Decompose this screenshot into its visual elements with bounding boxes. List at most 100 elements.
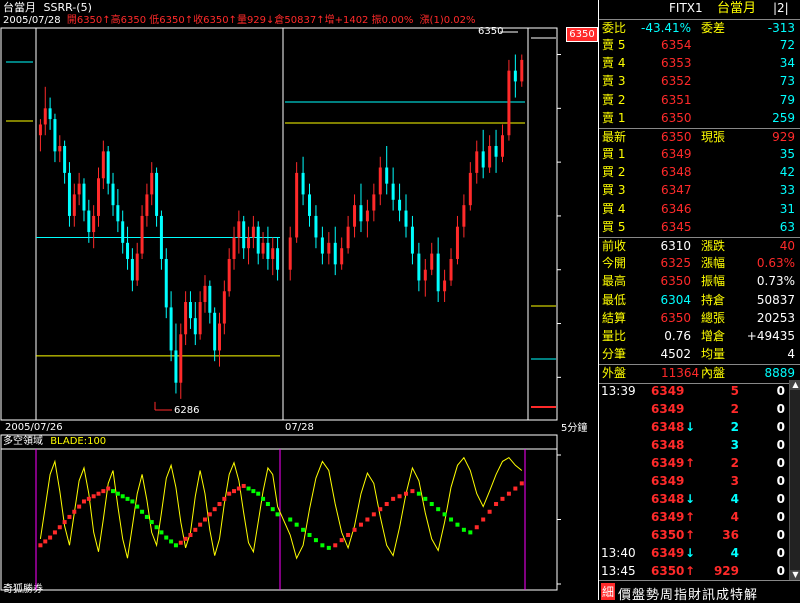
indicator-bar [455,522,460,527]
book-volume: 42 [779,165,795,180]
tick-time: 13:45 [601,564,636,578]
tick-price: 6349 [651,384,685,398]
book-row: 買 5 6345 63 [599,219,800,237]
indicator-bar [449,517,454,522]
book-row: 賣 3 6352 73 [599,73,800,91]
indicator-bar [313,538,318,543]
stats-row: 今開 6325 漲幅 0.63% [599,255,800,273]
indicator-bar [236,486,241,491]
indicator-bar [275,512,280,517]
book-row: 賣 5 6354 72 [599,37,800,55]
stats-label: 增倉 [701,329,726,343]
indicator-bar [86,496,91,501]
tick-price: 6349 [651,474,685,488]
inner-value: 8889 [764,366,795,380]
indicator-bar [81,499,86,504]
book-label: 買 1 [602,147,626,161]
book-label: 買 5 [602,219,626,234]
indicator-bar [164,535,169,540]
tick-time: 13:40 [601,546,636,560]
tick-volume: 929 [713,564,739,578]
tick-oi: 0 [776,474,785,488]
stats-value: 6325 [660,256,691,271]
book-row: 買 3 6347 33 [599,182,800,200]
indicator-bar [410,489,415,494]
tick-arrow: ↓ [685,492,696,506]
footer-badge[interactable]: 細 [601,583,616,600]
tick-price: 6349 [651,510,685,524]
book-price: 6347 [661,183,692,198]
outer-value: 11364 [661,366,700,380]
tick-row: 13:45 6350 ↑ 929 0 [599,562,787,580]
tick-oi: 0 [776,492,785,506]
book-price: 6349 [661,147,692,161]
book-price: 6353 [661,56,692,71]
indicator-bar [246,486,251,491]
book-label: 買 2 [602,165,626,180]
indicator-bar [265,502,270,507]
indicator-bar [326,545,331,550]
indicator-bar [241,483,246,488]
stats-label: 振幅 [701,274,726,289]
book-price: 6351 [661,92,692,107]
indicator-bar [468,530,473,535]
quote-panel: FITX1 台當月 |2| 委比 -43.41% 委差 -313 賣 5 6354… [598,0,800,603]
scroll-up-icon[interactable]: ▲ [790,380,800,390]
last-price: 6350 [661,130,692,144]
current-volume-label: 現張 [701,130,726,144]
indicator-bar [159,530,164,535]
stats-label: 今開 [602,256,627,271]
book-label: 賣 1 [602,110,626,125]
stats-value: 40 [779,239,795,253]
indicator-bar [125,496,130,501]
indicator-bar [461,527,466,532]
book-price: 6350 [661,110,692,125]
stats-label: 最高 [602,274,627,289]
tick-oi: 0 [776,564,785,578]
footer-tabs[interactable]: 價盤勢周指財訊成特解 [618,584,758,603]
outer-label: 外盤 [602,366,627,380]
stats-label: 均量 [701,347,726,362]
book-label: 買 3 [602,183,626,198]
stats-label: 前收 [602,239,627,253]
indicator-bar [320,543,325,548]
committee-ratio-label: 委比 [602,21,627,35]
book-row: 買 1 6349 35 [599,146,800,164]
tick-list-scrollbar[interactable]: ▲ ▼ [789,380,800,580]
tick-row: 6349 ↑ 4 0 [599,508,787,526]
indicator-bar [436,507,441,512]
book-volume: 31 [779,201,795,216]
stats-value: +49435 [746,329,795,343]
panel-page[interactable]: |2| [773,2,789,14]
committee-diff-value: -313 [767,21,795,35]
indicator-bar [135,504,140,509]
indicator-bar [38,543,43,548]
indicator-bar [101,489,106,494]
indicator-bar [307,532,312,537]
indicator-bar [72,509,77,514]
tick-oi: 0 [776,456,785,470]
book-label: 賣 5 [602,38,626,52]
book-volume: 35 [779,147,795,161]
tick-oi: 0 [776,420,785,434]
indicator-bar [442,512,447,517]
indicator-bar [391,496,396,501]
tick-row: 6348 3 0 [599,436,787,454]
indicator-bar [270,507,275,512]
panel-footer: 細 價盤勢周指財訊成特解 [599,580,800,603]
book-price: 6345 [661,219,692,234]
stats-value: 6304 [660,292,691,307]
tick-arrow: ↓ [685,546,696,560]
indicator-bar [106,486,111,491]
last-row: 最新 6350 現張 929 [599,128,800,147]
indicator-yellow-line [39,456,523,560]
tick-price: 6350 [651,528,685,542]
tick-oi: 0 [776,510,785,524]
indicator-bar [149,520,154,525]
indicator-bar [404,491,408,496]
indicator-bar [261,496,266,501]
indicator-bar [43,539,48,544]
book-row: 賣 2 6351 79 [599,92,800,110]
book-row: 賣 1 6350 259 [599,110,800,128]
scroll-down-icon[interactable]: ▼ [790,570,800,580]
